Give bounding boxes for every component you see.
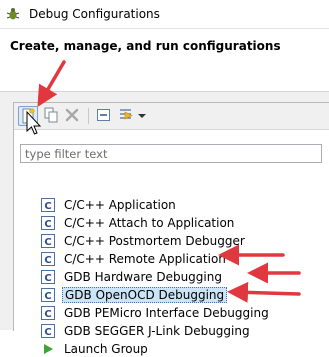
c-config-icon: C bbox=[41, 269, 55, 284]
tree-item[interactable]: C GDB SEGGER J-Link Debugging bbox=[41, 322, 252, 339]
configurations-toolbar bbox=[14, 103, 329, 130]
header-banner: Create, manage, and run configurations bbox=[0, 29, 329, 92]
tree-item-label: GDB OpenOCD Debugging bbox=[62, 286, 228, 303]
tree-item-label: C/C++ Attach to Application bbox=[64, 215, 235, 230]
tree-item[interactable]: C C/C++ Attach to Application bbox=[41, 214, 236, 231]
tree-item-label: C/C++ Postmortem Debugger bbox=[64, 233, 245, 248]
tree-item[interactable]: C C/C++ Remote Application bbox=[41, 250, 228, 267]
filter-dropdown-button[interactable] bbox=[136, 106, 148, 126]
duplicate-icon bbox=[44, 107, 58, 123]
svg-text:C: C bbox=[44, 273, 51, 284]
c-config-icon: C bbox=[41, 215, 55, 230]
tree-item[interactable]: C GDB PEMicro Interface Debugging bbox=[41, 304, 271, 321]
filter-input[interactable] bbox=[21, 145, 319, 162]
window-title: Debug Configurations bbox=[29, 7, 160, 21]
new-document-icon bbox=[22, 108, 35, 124]
svg-text:C: C bbox=[44, 309, 51, 320]
tree-item-label: C/C++ Application bbox=[64, 197, 176, 212]
c-config-icon: C bbox=[41, 233, 55, 248]
title-bar: Debug Configurations bbox=[0, 0, 329, 29]
collapse-all-icon bbox=[97, 109, 110, 121]
c-config-icon: C bbox=[41, 323, 55, 338]
toolbar-separator bbox=[88, 108, 89, 124]
chevron-down-icon bbox=[138, 114, 146, 118]
svg-text:C: C bbox=[44, 237, 51, 248]
configurations-panel: C C/C++ Application C C/C++ Attach to Appli… bbox=[13, 102, 329, 356]
delete-button[interactable] bbox=[63, 106, 83, 126]
tree-item-label: GDB SEGGER J-Link Debugging bbox=[64, 323, 250, 338]
filter-configurations-button[interactable] bbox=[117, 106, 137, 126]
svg-text:C: C bbox=[44, 201, 51, 212]
delete-icon bbox=[65, 108, 79, 122]
tree-item[interactable]: C C/C++ Application bbox=[41, 196, 178, 213]
c-config-icon: C bbox=[41, 305, 55, 320]
svg-text:C: C bbox=[44, 255, 51, 266]
tree-item-label: C/C++ Remote Application bbox=[64, 251, 226, 266]
collapse-all-button[interactable] bbox=[95, 106, 115, 126]
new-configuration-button[interactable] bbox=[18, 106, 38, 126]
filter-field[interactable] bbox=[20, 144, 322, 163]
svg-text:C: C bbox=[44, 219, 51, 230]
launch-group-icon bbox=[44, 343, 53, 354]
debug-bug-icon bbox=[6, 8, 20, 20]
svg-text:C: C bbox=[44, 327, 51, 338]
c-config-icon: C bbox=[41, 251, 55, 266]
tree-item[interactable]: Launch Group bbox=[41, 340, 150, 357]
c-config-icon: C bbox=[41, 287, 55, 302]
configurations-pane: C C/C++ Application C C/C++ Attach to Appli… bbox=[0, 92, 329, 356]
tree-item-label: Launch Group bbox=[64, 341, 148, 356]
page-heading: Create, manage, and run configurations bbox=[10, 39, 281, 53]
tree-item[interactable]: C GDB OpenOCD Debugging bbox=[41, 286, 228, 303]
tree-item[interactable]: C GDB Hardware Debugging bbox=[41, 268, 224, 285]
tree-item[interactable]: C C/C++ Postmortem Debugger bbox=[41, 232, 247, 249]
c-config-icon: C bbox=[41, 197, 55, 212]
filter-icon bbox=[120, 109, 133, 120]
tree-item-label: GDB PEMicro Interface Debugging bbox=[64, 305, 269, 320]
svg-text:C: C bbox=[44, 291, 51, 302]
duplicate-button[interactable] bbox=[42, 106, 62, 126]
tree-item-label: GDB Hardware Debugging bbox=[64, 269, 222, 284]
